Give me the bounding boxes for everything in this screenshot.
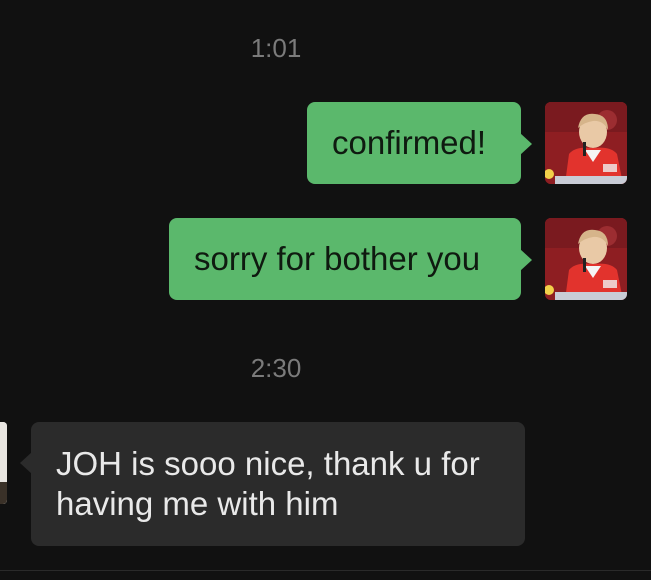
input-bar-divider — [0, 570, 651, 571]
avatar-photo-icon — [545, 102, 627, 184]
incoming-message-bubble[interactable]: JOH is sooo nice, thank u for having me … — [20, 422, 525, 546]
self-avatar[interactable] — [545, 102, 627, 184]
avatar-photo-icon — [545, 218, 627, 300]
contact-avatar[interactable] — [0, 422, 7, 504]
chat-view: 1:01 confirmed! sorry for bother you 2:3… — [0, 0, 651, 580]
message-timestamp: 2:30 — [250, 353, 302, 383]
outgoing-message-bubble[interactable]: sorry for bother you — [169, 218, 532, 300]
self-avatar[interactable] — [545, 218, 627, 300]
outgoing-message-bubble[interactable]: confirmed! — [307, 102, 532, 184]
avatar-photo-icon — [0, 422, 7, 504]
message-timestamp: 1:01 — [250, 33, 302, 63]
